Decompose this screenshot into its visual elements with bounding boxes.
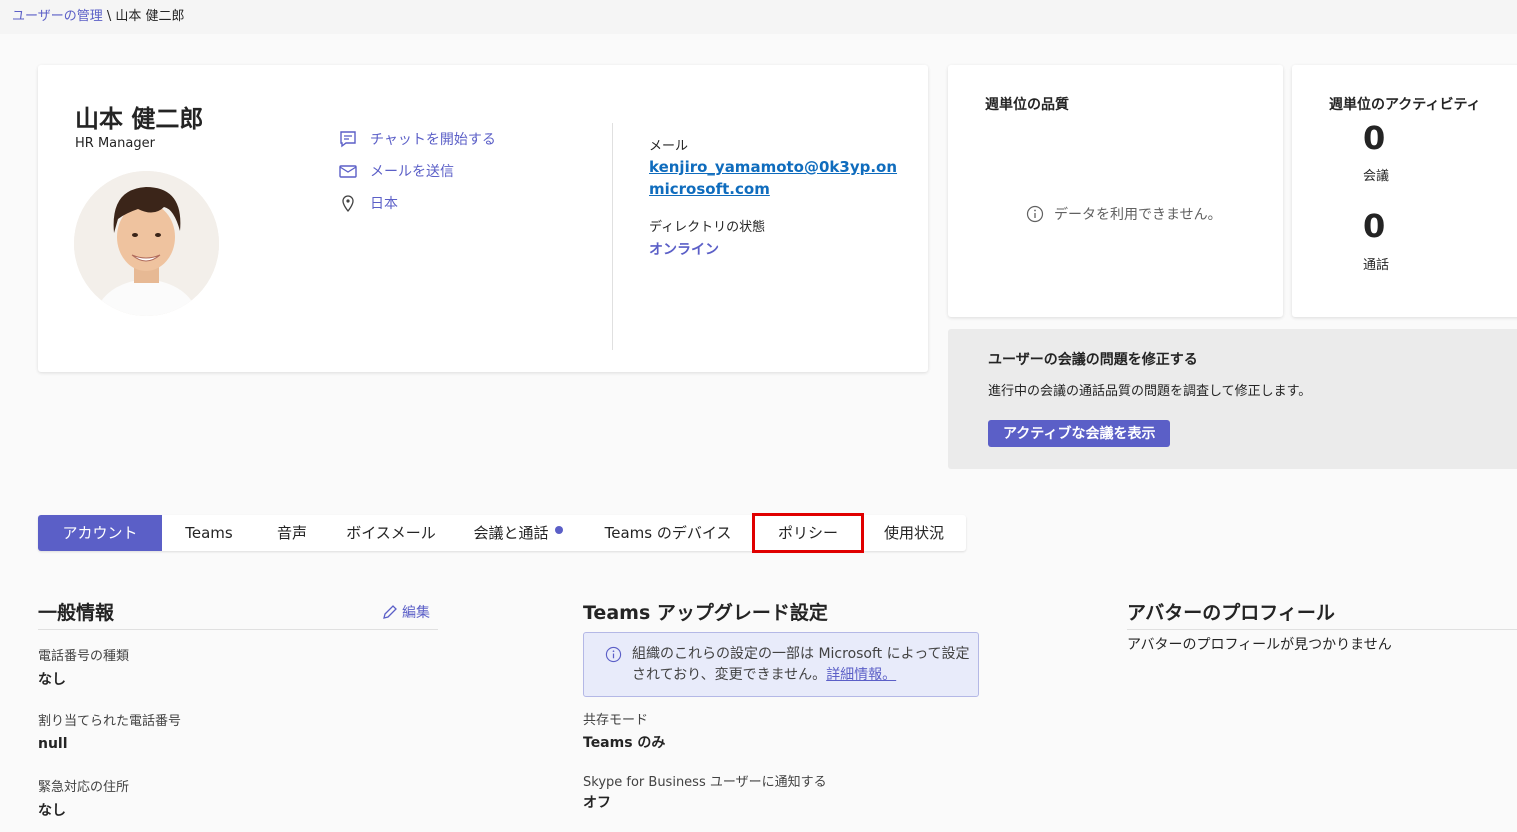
skype-notify-label: Skype for Business ユーザーに通知する — [583, 775, 827, 790]
mail-icon — [339, 165, 357, 178]
contact-info: メール kenjiro_yamamoto@0k3yp.onmicrosoft.c… — [649, 135, 899, 259]
emergency-address-value: なし — [38, 803, 66, 819]
directory-status-value[interactable]: オンライン — [649, 239, 899, 259]
view-active-meetings-button[interactable]: アクティブな会議を表示 — [988, 420, 1171, 447]
tab-account[interactable]: アカウント — [38, 515, 162, 551]
meetings-label: 会議 — [1363, 169, 1390, 184]
top-bar: ユーザーの管理 \ 山本 健二郎 — [0, 0, 1517, 34]
location-action[interactable]: 日本 — [338, 187, 496, 219]
send-mail-label: メールを送信 — [370, 164, 454, 180]
breadcrumb-separator: \ — [106, 9, 112, 24]
fix-meeting-title: ユーザーの会議の問題を修正する — [988, 352, 1198, 368]
start-chat-action[interactable]: チャットを開始する — [338, 123, 496, 155]
meetings-count: 0 — [1363, 119, 1386, 157]
edit-button[interactable]: 編集 — [382, 602, 430, 622]
coexistence-mode-label: 共存モード — [583, 713, 649, 728]
tab-voice[interactable]: 音声 — [256, 515, 328, 551]
no-data-message: データを利用できません。 — [1026, 204, 1222, 224]
breadcrumb: ユーザーの管理 \ 山本 健二郎 — [12, 5, 185, 24]
profile-card: 山本 健二郎 HR Manager チャットを開始する メールを送信 日本 メー… — [38, 65, 928, 372]
start-chat-label: チャットを開始する — [370, 132, 496, 148]
avatar — [74, 171, 219, 316]
assigned-number-value: null — [38, 736, 68, 752]
breadcrumb-parent-link[interactable]: ユーザーの管理 — [12, 9, 103, 24]
phone-type-label: 電話番号の種類 — [38, 649, 130, 664]
avatar-profile-divider — [1127, 629, 1517, 630]
info-banner: 組織のこれらの設定の一部は Microsoft によって設定されており、変更でき… — [583, 632, 979, 697]
assigned-number-label: 割り当てられた電話番号 — [38, 714, 182, 729]
tab-teams[interactable]: Teams — [162, 515, 256, 551]
job-title: HR Manager — [75, 136, 155, 151]
weekly-quality-card: 週単位の品質 データを利用できません。 — [948, 65, 1283, 317]
tab-bar: アカウント Teams 音声 ボイスメール 会議と通話 Teams のデバイス … — [38, 513, 966, 553]
vertical-divider — [612, 123, 613, 350]
edit-label: 編集 — [402, 605, 430, 621]
profile-actions: チャットを開始する メールを送信 日本 — [338, 123, 496, 219]
email-label: メール — [649, 139, 689, 154]
more-info-link[interactable]: 詳細情報。 — [826, 667, 896, 683]
location-label: 日本 — [370, 196, 398, 212]
weekly-activity-card: 週単位のアクティビティ 0 会議 0 通話 — [1292, 65, 1517, 317]
send-mail-action[interactable]: メールを送信 — [338, 155, 496, 187]
pencil-icon — [383, 605, 397, 619]
info-banner-text: 組織のこれらの設定の一部は Microsoft によって設定されており、変更でき… — [632, 644, 972, 686]
coexistence-mode-value: Teams のみ — [583, 735, 666, 751]
tab-meetings-calls-label: 会議と通話 — [473, 524, 549, 542]
calls-count: 0 — [1363, 207, 1386, 245]
weekly-activity-title: 週単位のアクティビティ — [1329, 97, 1481, 113]
emergency-address-label: 緊急対応の住所 — [38, 780, 130, 795]
general-info-title: 一般情報 — [38, 602, 115, 624]
directory-status-label: ディレクトリの状態 — [649, 220, 766, 235]
no-data-text: データを利用できません。 — [1054, 207, 1222, 223]
teams-upgrade-title: Teams アップグレード設定 — [583, 602, 828, 624]
info-icon — [605, 646, 622, 663]
tab-voicemail[interactable]: ボイスメール — [328, 515, 454, 551]
general-info-divider — [38, 629, 438, 630]
location-icon — [342, 195, 354, 213]
user-name: 山本 健二郎 — [75, 105, 204, 133]
tab-meetings-calls[interactable]: 会議と通話 — [454, 515, 582, 551]
skype-notify-value: オフ — [583, 795, 611, 811]
tab-usage[interactable]: 使用状況 — [862, 515, 966, 551]
info-icon — [1026, 205, 1044, 223]
email-link[interactable]: kenjiro_yamamoto@0k3yp.onmicrosoft.com — [649, 156, 899, 200]
notification-dot — [554, 526, 563, 534]
tab-teams-devices[interactable]: Teams のデバイス — [582, 515, 754, 551]
info-banner-message: 組織のこれらの設定の一部は Microsoft によって設定されており、変更でき… — [632, 646, 970, 683]
tab-policies[interactable]: ポリシー — [752, 513, 864, 553]
avatar-profile-title: アバターのプロフィール — [1127, 602, 1335, 624]
chat-icon — [340, 131, 356, 148]
breadcrumb-current: 山本 健二郎 — [115, 9, 185, 24]
avatar-profile-message: アバターのプロフィールが見つかりません — [1127, 637, 1392, 653]
fix-meeting-issues-card: ユーザーの会議の問題を修正する 進行中の会議の通話品質の問題を調査して修正します… — [948, 329, 1517, 469]
weekly-quality-title: 週単位の品質 — [985, 97, 1069, 113]
calls-label: 通話 — [1363, 258, 1390, 273]
fix-meeting-description: 進行中の会議の通話品質の問題を調査して修正します。 — [988, 384, 1312, 399]
phone-type-value: なし — [38, 672, 66, 688]
